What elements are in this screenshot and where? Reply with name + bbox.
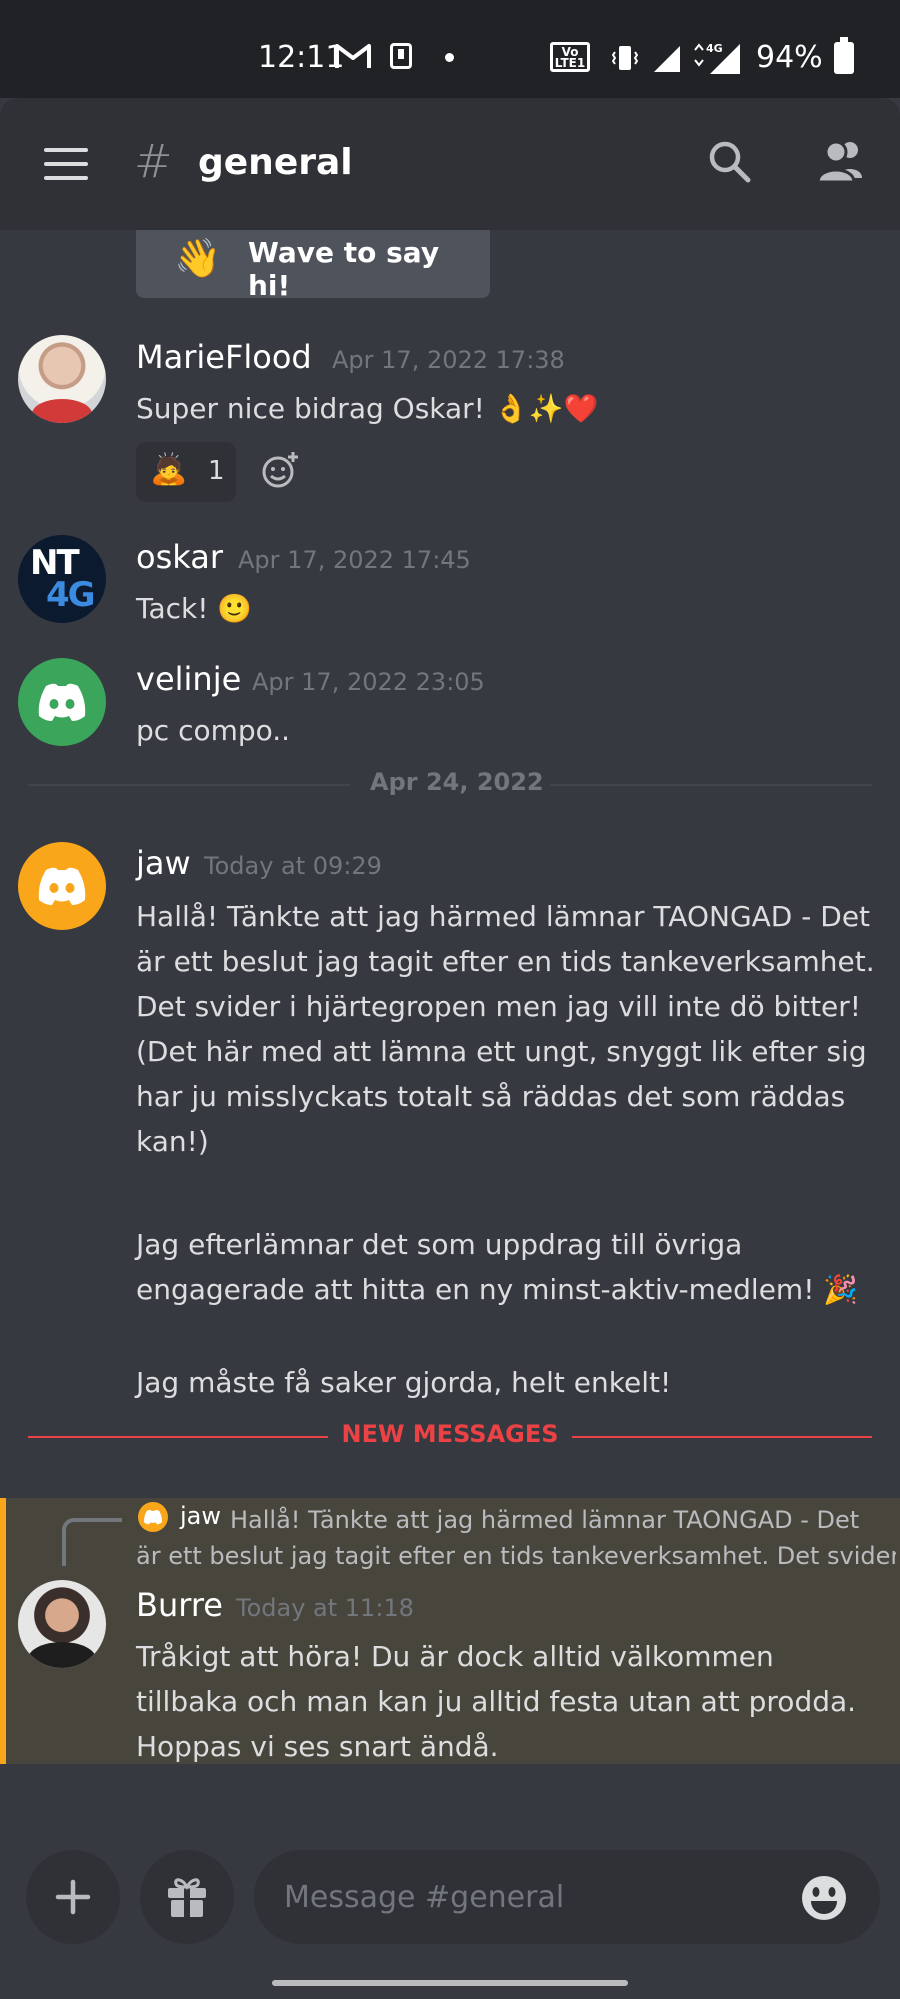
message-author[interactable]: velinje	[136, 660, 241, 698]
hash-icon: #	[134, 134, 173, 188]
vibrate-icon	[612, 46, 638, 70]
members-icon[interactable]	[814, 138, 868, 184]
message-list[interactable]: 👋 Wave to say hi! MarieFlood Apr 17, 202…	[0, 230, 900, 1830]
message-paragraph: Jag efterlämnar det som uppdrag till övr…	[136, 1228, 859, 1306]
new-messages-label: NEW MESSAGES	[341, 1420, 559, 1448]
message-author[interactable]: jaw	[136, 844, 191, 882]
plus-button[interactable]	[26, 1850, 120, 1944]
date-divider: Apr 24, 2022	[28, 768, 872, 796]
battery-percent: 94%	[756, 40, 823, 75]
reaction-count: 1	[208, 456, 225, 486]
search-icon[interactable]	[706, 138, 752, 184]
message-author[interactable]: Burre	[136, 1586, 223, 1624]
wave-button[interactable]: 👋 Wave to say hi!	[136, 230, 490, 302]
message-timestamp: Today at 11:18	[236, 1594, 414, 1622]
message-text: Tråkigt att höra! Du är dock alltid välk…	[136, 1640, 857, 1763]
signal-4g-icon: 4G	[694, 42, 740, 74]
message-timestamp: Apr 17, 2022 23:05	[252, 668, 485, 696]
status-bar: 12:11 Vo LTE1 4G 94%	[0, 0, 900, 98]
message-text: pc compo..	[136, 714, 291, 747]
reply-preview[interactable]: Hallå! Tänkte att jag härmed lämnar TAON…	[230, 1502, 880, 1538]
volte-icon: Vo LTE1	[550, 42, 590, 72]
svg-text:4G: 4G	[706, 42, 723, 55]
gmail-icon	[335, 44, 371, 68]
reply-preview[interactable]: är ett beslut jag tagit efter en tids ta…	[136, 1538, 896, 1574]
reply-avatar[interactable]	[138, 1502, 168, 1532]
reply-connector	[62, 1518, 122, 1566]
avatar[interactable]	[18, 335, 106, 423]
download-icon	[390, 43, 412, 69]
wave-emoji-icon: 👋	[174, 236, 222, 280]
message-text: Super nice bidrag Oskar! 👌✨❤️	[136, 392, 599, 425]
channel-title: general	[198, 142, 353, 183]
signal-icon	[654, 46, 680, 72]
date-divider-label: Apr 24, 2022	[370, 768, 544, 796]
avatar[interactable]	[18, 658, 106, 746]
wave-button-label: Wave to say hi!	[248, 236, 440, 302]
battery-icon	[834, 37, 854, 74]
message-author[interactable]: oskar	[136, 538, 223, 576]
reaction-emoji-icon: 🙇	[150, 452, 188, 487]
avatar-text: 4G	[46, 575, 96, 615]
reply-author[interactable]: jaw	[180, 1502, 221, 1530]
message-paragraph: Jag måste få saker gjorda, helt enkelt!	[136, 1366, 672, 1399]
notification-dot-icon	[445, 53, 454, 62]
message-timestamp: Apr 17, 2022 17:45	[238, 546, 471, 574]
message-timestamp: Today at 09:29	[204, 852, 382, 880]
discord-logo-icon	[38, 683, 86, 721]
home-indicator[interactable]	[272, 1980, 628, 1986]
avatar[interactable]: NT 4G	[18, 535, 106, 623]
message-author[interactable]: MarieFlood	[136, 338, 312, 376]
status-time: 12:11	[258, 40, 345, 75]
avatar[interactable]	[18, 842, 106, 930]
emoji-icon[interactable]	[800, 1874, 848, 1922]
add-reaction-icon[interactable]	[260, 450, 300, 490]
new-messages-divider: NEW MESSAGES	[28, 1420, 872, 1448]
gift-button[interactable]	[140, 1850, 234, 1944]
composer	[0, 1830, 900, 1999]
message-input[interactable]	[254, 1850, 880, 1944]
channel-header: # general	[0, 98, 900, 230]
gift-icon	[168, 1878, 206, 1917]
plus-icon	[55, 1879, 91, 1915]
message-paragraph: Hallå! Tänkte att jag härmed lämnar TAON…	[136, 900, 875, 1158]
menu-icon[interactable]	[44, 148, 88, 180]
avatar[interactable]	[18, 1580, 106, 1668]
reaction-chip[interactable]: 🙇 1	[136, 442, 236, 502]
discord-logo-icon	[144, 1509, 162, 1525]
discord-logo-icon	[38, 867, 86, 905]
message-timestamp: Apr 17, 2022 17:38	[332, 346, 565, 374]
message-text: Tack! 🙂	[136, 592, 253, 625]
